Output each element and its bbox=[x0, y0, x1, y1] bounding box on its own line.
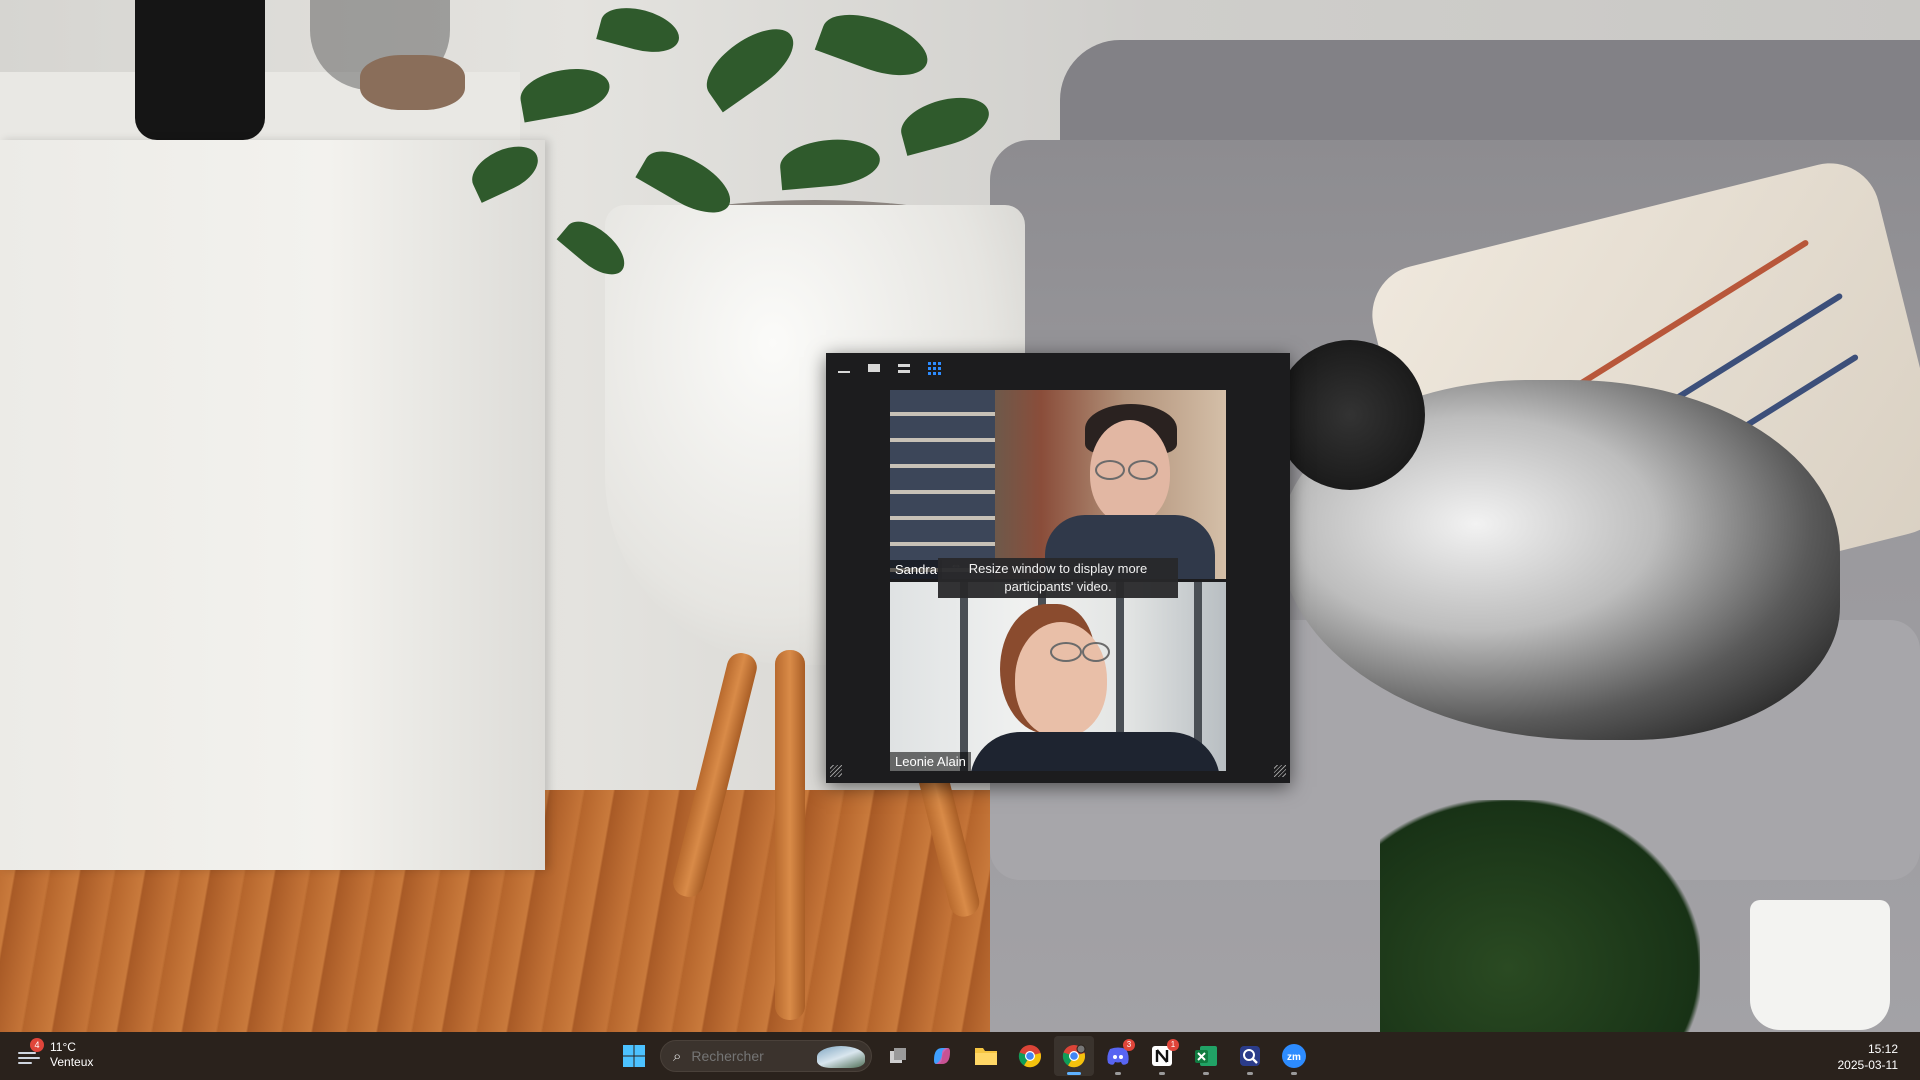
participant-name-label: Leonie Alain bbox=[890, 752, 971, 771]
copilot-button[interactable] bbox=[922, 1036, 962, 1076]
taskbar-apps: ⌕ Rechercher 3 1 zm bbox=[612, 1036, 1316, 1076]
chrome-profile-button[interactable] bbox=[1054, 1036, 1094, 1076]
task-view-icon bbox=[890, 1048, 906, 1063]
running-indicator bbox=[1203, 1072, 1209, 1075]
minimize-icon bbox=[838, 371, 850, 373]
zoom-icon: zm bbox=[1282, 1044, 1306, 1068]
grid-view-icon bbox=[927, 361, 941, 375]
search-icon: ⌕ bbox=[673, 1047, 682, 1065]
zoom-button[interactable]: zm bbox=[1274, 1036, 1314, 1076]
running-indicator bbox=[1247, 1072, 1253, 1075]
magnifier-app-button[interactable] bbox=[1230, 1036, 1270, 1076]
taskbar: 4 11°C Venteux ⌕ Rechercher 3 1 zm 15:12… bbox=[0, 1032, 1920, 1080]
zoom-toolbar bbox=[826, 353, 1290, 383]
wind-weather-icon: 4 bbox=[16, 1038, 44, 1068]
excel-button[interactable] bbox=[1186, 1036, 1226, 1076]
strip-view-icon bbox=[898, 363, 910, 373]
weather-temperature: 11°C bbox=[50, 1040, 76, 1054]
notification-badge: 1 bbox=[1167, 1039, 1179, 1051]
svg-text:zm: zm bbox=[1287, 1052, 1301, 1063]
single-view-icon bbox=[868, 364, 880, 372]
windows-logo-icon bbox=[623, 1045, 645, 1067]
clock-time: 15:12 bbox=[1867, 1042, 1898, 1056]
running-indicator bbox=[1159, 1072, 1165, 1075]
weather-condition: Venteux bbox=[50, 1055, 94, 1069]
task-view-button[interactable] bbox=[878, 1036, 918, 1076]
excel-icon bbox=[1195, 1046, 1217, 1066]
single-speaker-view-button[interactable] bbox=[860, 356, 888, 380]
gallery-view-button[interactable] bbox=[920, 356, 948, 380]
running-indicator bbox=[1115, 1072, 1121, 1075]
magnifier-app-icon bbox=[1240, 1046, 1260, 1066]
chrome-icon bbox=[1062, 1044, 1086, 1068]
resize-handle-right[interactable] bbox=[1274, 765, 1286, 777]
search-input[interactable] bbox=[689, 1047, 804, 1065]
notification-badge: 3 bbox=[1123, 1039, 1135, 1051]
taskbar-search[interactable]: ⌕ bbox=[660, 1040, 872, 1072]
running-indicator bbox=[1291, 1072, 1297, 1075]
participant-video-tile[interactable]: Leonie Alain bbox=[890, 582, 1226, 771]
start-button[interactable] bbox=[614, 1036, 654, 1076]
folder-icon bbox=[975, 1048, 997, 1065]
chrome-button[interactable] bbox=[1010, 1036, 1050, 1076]
copilot-icon bbox=[934, 1048, 950, 1064]
participant-video-tile[interactable]: Sandra bbox=[890, 390, 1226, 579]
resize-handle-left[interactable] bbox=[830, 765, 842, 777]
discord-button[interactable]: 3 bbox=[1098, 1036, 1138, 1076]
search-highlight-image bbox=[817, 1046, 865, 1068]
notion-button[interactable]: 1 bbox=[1142, 1036, 1182, 1076]
zoom-mini-window[interactable]: Sandra Leonie Alain ⇔ Resize window to d… bbox=[826, 353, 1290, 783]
weather-widget[interactable]: 4 11°C Venteux bbox=[16, 1038, 94, 1070]
chrome-icon bbox=[1018, 1045, 1042, 1068]
running-indicator bbox=[1067, 1072, 1081, 1075]
system-clock[interactable]: 15:12 2025-03-11 bbox=[1838, 1041, 1899, 1073]
participant-face bbox=[1015, 622, 1107, 737]
weather-alert-badge: 4 bbox=[30, 1038, 44, 1052]
resize-tooltip: Resize window to display more participan… bbox=[938, 558, 1178, 598]
file-explorer-button[interactable] bbox=[966, 1036, 1006, 1076]
strip-view-button[interactable] bbox=[890, 356, 918, 380]
participant-name-label: Sandra bbox=[890, 560, 942, 579]
minimize-video-button[interactable] bbox=[830, 356, 858, 380]
clock-date: 2025-03-11 bbox=[1837, 1058, 1899, 1072]
